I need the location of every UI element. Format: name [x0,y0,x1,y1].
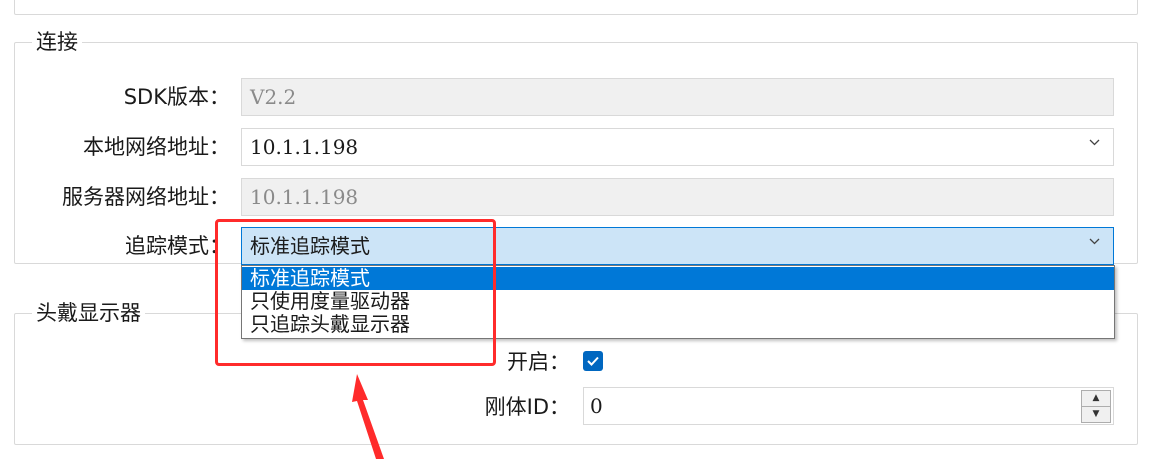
local-address-value: 10.1.1.198 [250,135,359,159]
rigid-id-value: 0 [590,394,603,418]
rigid-id-label: 刚体ID： [484,395,570,419]
top-group-box [14,0,1138,15]
spin-down-icon[interactable]: ▼ [1081,406,1111,423]
annotation-arrow-icon [352,374,384,459]
sdk-version-field: V2.2 [241,78,1114,116]
sdk-version-label: SDK版本： [123,85,230,109]
server-address-label: 服务器网络地址： [62,185,230,209]
enable-checkbox[interactable] [583,351,603,371]
server-address-field: 10.1.1.198 [241,178,1114,216]
connection-group-title: 连接 [32,29,82,55]
local-address-combo[interactable]: 10.1.1.198 [241,128,1114,166]
tracking-mode-label: 追踪模式： [125,234,230,258]
local-address-label: 本地网络地址： [83,135,230,159]
chevron-down-icon [1089,137,1100,147]
annotation-highlight-box [215,219,496,366]
hmd-group-title: 头戴显示器 [32,300,145,326]
rigid-id-spinbox[interactable]: 0 ▲ ▼ [583,387,1114,425]
spin-up-icon[interactable]: ▲ [1081,390,1111,407]
chevron-down-icon [1089,236,1100,246]
check-icon [587,356,599,366]
